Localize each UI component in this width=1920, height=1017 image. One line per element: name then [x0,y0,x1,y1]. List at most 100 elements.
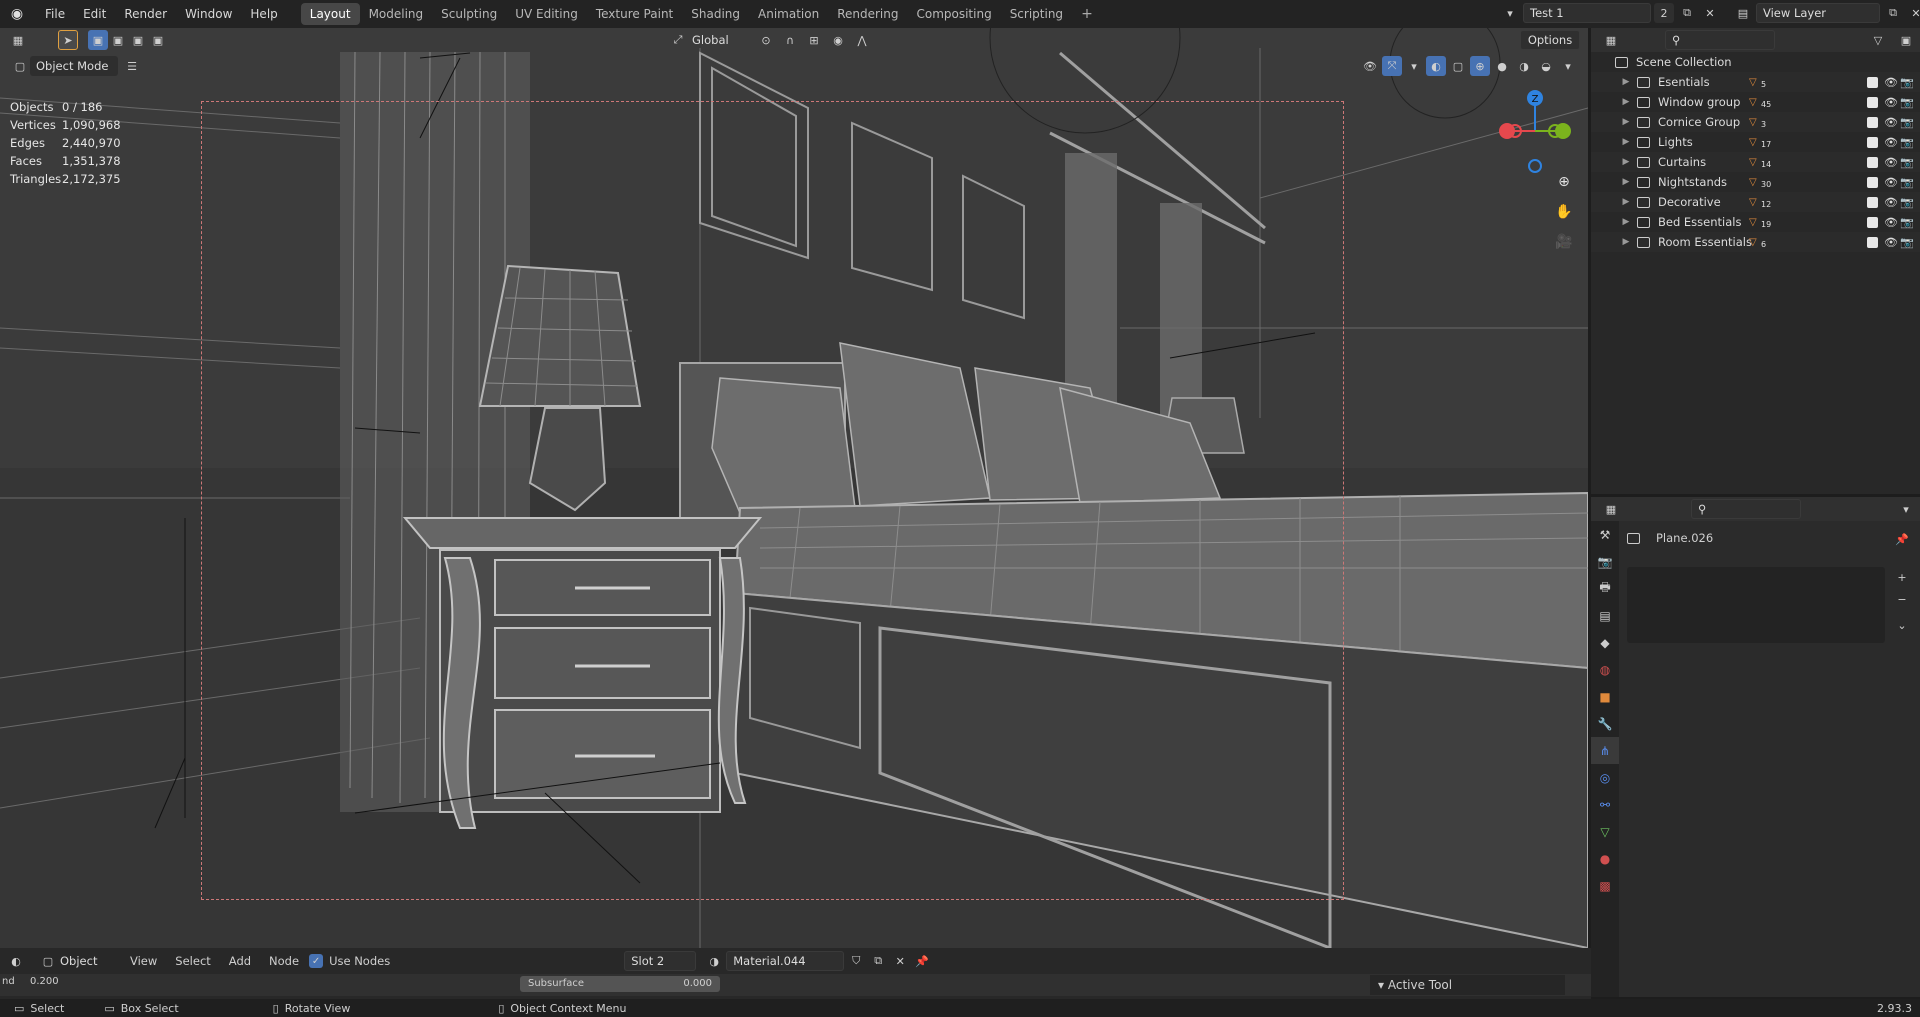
delete-scene-icon[interactable]: ✕ [1700,3,1720,23]
expand-arrow-icon[interactable]: ▶ [1619,137,1633,147]
data-tab-icon[interactable]: ▽ [1591,818,1619,845]
tab-shading[interactable]: Shading [682,3,749,25]
exclude-checkbox[interactable] [1867,156,1878,168]
exclude-checkbox[interactable] [1867,216,1878,228]
orientation-dropdown[interactable]: Global [692,33,752,47]
eye-icon[interactable]: 👁 [1884,236,1898,249]
properties-editor-type-icon[interactable]: ▦ [1601,499,1621,519]
scene-icon[interactable]: ▾ [1500,3,1520,23]
3d-viewport[interactable]: ▦ ➤ ▣ ▣ ▣ ▣ ⤢ Global ⊙ ∩ ⊞ ◉ ⋀ Options ▢… [0,28,1588,948]
new-collection-icon[interactable]: ▣ [1896,30,1916,50]
tab-texture-paint[interactable]: Texture Paint [587,3,682,25]
hamburger-menu-icon[interactable]: ☰ [122,56,142,76]
expand-arrow-icon[interactable]: ▶ [1619,157,1633,167]
render-camera-icon[interactable]: 📷 [1900,216,1914,229]
eye-icon[interactable]: 👁 [1884,76,1898,89]
scene-tab-icon[interactable]: ◆ [1591,629,1619,656]
duplicate-view-layer-icon[interactable]: ⧉ [1883,3,1903,23]
menu-add[interactable]: Add [221,954,259,968]
shading-dropdown-icon[interactable]: ▾ [1558,56,1578,76]
gizmo-neg-z[interactable] [1528,159,1542,173]
outliner-search-input[interactable]: ⚲ [1665,30,1775,50]
fake-user-icon[interactable]: ⛉ [846,951,866,971]
overlay-dropdown-icon[interactable]: ▾ [1404,56,1424,76]
object-tab-icon[interactable]: ■ [1591,683,1619,710]
duplicate-scene-icon[interactable]: ⧉ [1677,3,1697,23]
outliner-collection-row[interactable]: ▶ Room Essentials ▽ 6 👁 📷 [1591,232,1920,252]
use-nodes-checkbox[interactable]: ✓ [309,954,324,968]
render-camera-icon[interactable]: 📷 [1900,196,1914,209]
eye-icon[interactable]: 👁 [1884,216,1898,229]
pivot-icon[interactable]: ⊙ [756,30,776,50]
tab-scripting[interactable]: Scripting [1001,3,1072,25]
exclude-checkbox[interactable] [1867,96,1878,108]
slot-dropdown[interactable]: Slot 2 [624,951,697,971]
render-camera-icon[interactable]: 📷 [1900,156,1914,169]
scene-name-field[interactable]: Test 1 [1523,3,1651,23]
select-mode-extend-icon[interactable]: ▣ [108,30,128,50]
unlink-material-icon[interactable]: ✕ [890,951,910,971]
exclude-checkbox[interactable] [1867,196,1878,208]
tool-tab-icon[interactable]: ⚒ [1591,521,1619,548]
expand-arrow-icon[interactable]: ▶ [1619,77,1633,87]
physics-tab-icon[interactable]: ◎ [1591,764,1619,791]
orientation-icon[interactable]: ⤢ [668,30,688,50]
menu-render[interactable]: Render [115,0,176,28]
solid-shading-icon[interactable]: ● [1492,56,1512,76]
delete-view-layer-icon[interactable]: ✕ [1906,3,1920,23]
options-dropdown[interactable]: Options [1520,30,1580,50]
node-field-value[interactable]: 0.200 [30,976,59,987]
remove-slot-icon[interactable]: − [1892,589,1912,609]
render-camera-icon[interactable]: 📷 [1900,96,1914,109]
render-camera-icon[interactable]: 📷 [1900,176,1914,189]
falloff-icon[interactable]: ⋀ [852,30,872,50]
menu-select[interactable]: Select [167,954,218,968]
tab-animation[interactable]: Animation [749,3,828,25]
gizmo-toggle-icon[interactable]: ⤧ [1382,56,1402,76]
tab-rendering[interactable]: Rendering [828,3,907,25]
world-tab-icon[interactable]: ◍ [1591,656,1619,683]
add-slot-icon[interactable]: + [1892,567,1912,587]
camera-view-icon[interactable]: 🎥 [1552,230,1576,254]
editor-type-icon[interactable]: ▦ [8,30,28,50]
menu-help[interactable]: Help [241,0,286,28]
expand-arrow-icon[interactable]: ▶ [1619,217,1633,227]
outliner-collection-row[interactable]: ▶ Lights ▽ 17 👁 📷 [1591,132,1920,152]
scene-collection-row[interactable]: Scene Collection [1591,52,1920,72]
render-tab-icon[interactable]: 📷 [1591,548,1619,575]
menu-file[interactable]: File [36,0,74,28]
outliner-collection-row[interactable]: ▶ Decorative ▽ 12 👁 📷 [1591,192,1920,212]
eye-icon[interactable]: 👁 [1884,136,1898,149]
render-camera-icon[interactable]: 📷 [1900,136,1914,149]
eye-icon[interactable]: 👁 [1884,196,1898,209]
outliner-collection-row[interactable]: ▶ Cornice Group ▽ 3 👁 📷 [1591,112,1920,132]
texture-tab-icon[interactable]: ▩ [1591,872,1619,899]
tab-uv-editing[interactable]: UV Editing [506,3,587,25]
modifier-tab-icon[interactable]: 🔧 [1591,710,1619,737]
snap-icon[interactable]: ∩ [780,30,800,50]
outliner-collection-row[interactable]: ▶ Nightstands ▽ 30 👁 📷 [1591,172,1920,192]
properties-search-input[interactable]: ⚲ [1691,499,1801,519]
properties-options-icon[interactable]: ▾ [1896,499,1916,519]
eye-icon[interactable]: 👁 [1884,156,1898,169]
outliner-editor-type-icon[interactable]: ▦ [1601,30,1621,50]
output-tab-icon[interactable]: 🖶 [1591,575,1619,602]
render-camera-icon[interactable]: 📷 [1900,116,1914,129]
select-tool-icon[interactable]: ➤ [58,30,78,50]
exclude-checkbox[interactable] [1867,136,1878,148]
active-tool-panel[interactable]: ▾ Active Tool [1370,975,1565,995]
shader-type-dropdown[interactable]: Object [60,954,120,968]
menu-window[interactable]: Window [176,0,241,28]
view-layer-icon[interactable]: ▤ [1733,3,1753,23]
outliner-collection-row[interactable]: ▶ Bed Essentials ▽ 19 👁 📷 [1591,212,1920,232]
xray-icon[interactable]: ▢ [1448,56,1468,76]
exclude-checkbox[interactable] [1867,176,1878,188]
expand-arrow-icon[interactable]: ▶ [1619,237,1633,247]
material-slot-list[interactable] [1627,567,1885,643]
tab-modeling[interactable]: Modeling [360,3,433,25]
pin-node-tree-icon[interactable]: 📌 [912,951,932,971]
eye-icon[interactable]: 👁 [1884,116,1898,129]
outliner-collection-row[interactable]: ▶ Esentials ▽ 5 👁 📷 [1591,72,1920,92]
visibility-icon[interactable]: 👁 [1360,56,1380,76]
subsurface-slider[interactable]: Subsurface 0.000 [520,976,720,992]
